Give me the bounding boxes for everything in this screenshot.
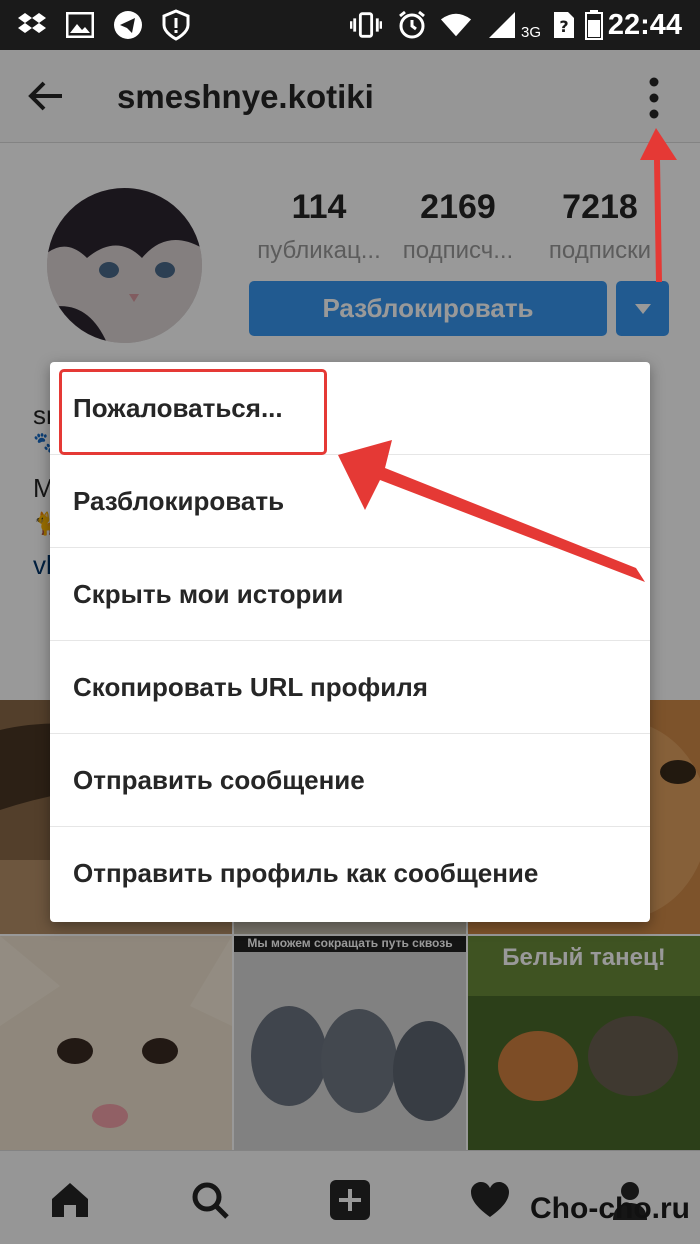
telegram-icon: [112, 9, 144, 41]
clock: 22:44: [607, 9, 682, 41]
signal-icon: [486, 9, 518, 41]
menu-item-hide-stories[interactable]: Скрыть мои истории: [50, 548, 650, 641]
question-sim-icon: ?: [548, 9, 580, 41]
image-icon: [64, 9, 96, 41]
vibrate-icon: [350, 9, 382, 41]
watermark: Cho-cho.ru: [530, 1192, 690, 1225]
alarm-icon: [396, 9, 428, 41]
wifi-icon: [440, 9, 472, 41]
menu-item-copy-url[interactable]: Скопировать URL профиля: [50, 641, 650, 734]
dropbox-icon: [16, 9, 48, 41]
menu-item-unblock[interactable]: Разблокировать: [50, 455, 650, 548]
status-bar: 3G ? 22:44: [0, 0, 700, 50]
annotation-highlight-box: [59, 369, 327, 455]
shield-icon: [160, 9, 192, 41]
network-type: 3G: [521, 24, 542, 41]
menu-item-send-message[interactable]: Отправить сообщение: [50, 734, 650, 827]
menu-item-share-profile[interactable]: Отправить профиль как сообщение: [50, 827, 650, 920]
svg-text:?: ?: [559, 17, 568, 36]
battery-icon: [578, 9, 610, 41]
